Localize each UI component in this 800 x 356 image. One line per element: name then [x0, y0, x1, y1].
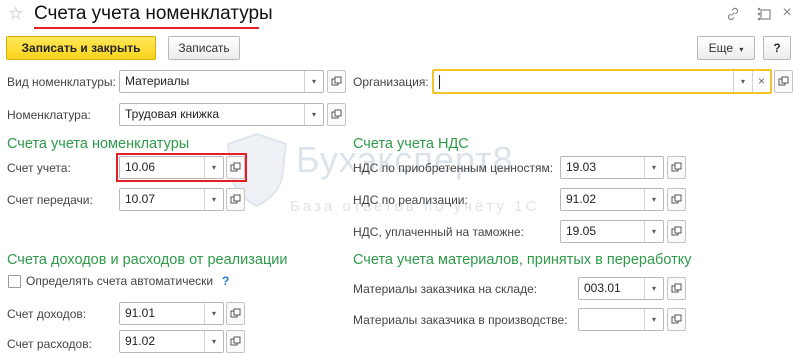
- save-and-close-button[interactable]: Записать и закрыть: [6, 36, 156, 60]
- account-field[interactable]: 10.06 ▾: [119, 156, 224, 179]
- nomenclature-label: Номенклатура:: [7, 108, 91, 122]
- dropdown-arrow-icon[interactable]: ▾: [644, 278, 663, 299]
- dropdown-arrow-icon[interactable]: ▾: [204, 157, 223, 178]
- vat-acquired-label: НДС по приобретенным ценностям:: [353, 161, 554, 175]
- dropdown-arrow-icon[interactable]: ▾: [304, 71, 323, 92]
- open-icon[interactable]: [774, 70, 793, 93]
- vat-acquired-value[interactable]: 19.03: [561, 157, 644, 178]
- clear-icon[interactable]: ×: [752, 71, 770, 92]
- dropdown-arrow-icon[interactable]: ▾: [204, 331, 223, 352]
- favorite-star-icon[interactable]: ☆: [8, 4, 23, 24]
- section-title-income-expense: Счета доходов и расходов от реализации: [7, 252, 288, 268]
- open-icon[interactable]: [667, 277, 686, 300]
- auto-accounts-label[interactable]: Определять счета автоматически: [26, 273, 213, 289]
- organization-label: Организация:: [353, 75, 429, 89]
- dropdown-arrow-icon[interactable]: ▾: [644, 221, 663, 242]
- section-title-vat-accounts: Счета учета НДС: [353, 136, 469, 152]
- close-icon[interactable]: ×: [778, 5, 796, 21]
- production-materials-label: Материалы заказчика в производстве:: [353, 313, 568, 327]
- open-icon[interactable]: [226, 330, 245, 353]
- organization-field[interactable]: ▾ ×: [432, 69, 772, 94]
- dropdown-arrow-icon[interactable]: ▾: [204, 303, 223, 324]
- open-icon[interactable]: [667, 156, 686, 179]
- transfer-account-value[interactable]: 10.07: [120, 189, 204, 210]
- account-value[interactable]: 10.06: [120, 157, 204, 178]
- vat-sales-label: НДС по реализации:: [353, 193, 468, 207]
- link-icon[interactable]: [724, 7, 742, 24]
- save-button[interactable]: Записать: [168, 36, 240, 60]
- more-label: Еще: [708, 41, 734, 55]
- warehouse-materials-label: Материалы заказчика на складе:: [353, 282, 538, 296]
- vat-customs-label: НДС, уплаченный на таможне:: [353, 225, 524, 239]
- income-account-label: Счет доходов:: [7, 307, 87, 321]
- warehouse-materials-field[interactable]: 003.01 ▾: [578, 277, 664, 300]
- nomenclature-type-value[interactable]: Материалы: [120, 71, 304, 92]
- nomenclature-field[interactable]: Трудовая книжка ▾: [119, 103, 324, 126]
- open-icon[interactable]: [226, 188, 245, 211]
- dropdown-arrow-icon[interactable]: ▾: [304, 104, 323, 125]
- income-account-field[interactable]: 91.01 ▾: [119, 302, 224, 325]
- vat-sales-value[interactable]: 91.02: [561, 189, 644, 210]
- more-button[interactable]: Еще ▾: [697, 36, 755, 60]
- production-materials-value[interactable]: [579, 309, 644, 330]
- vat-acquired-field[interactable]: 19.03 ▾: [560, 156, 664, 179]
- open-icon[interactable]: [226, 156, 245, 179]
- nomenclature-type-label: Вид номенклатуры:: [7, 75, 116, 89]
- organization-value[interactable]: [440, 71, 733, 92]
- vat-customs-field[interactable]: 19.05 ▾: [560, 220, 664, 243]
- expense-account-label: Счет расходов:: [7, 337, 92, 351]
- help-button[interactable]: ?: [763, 36, 791, 60]
- open-icon[interactable]: [327, 103, 346, 126]
- chevron-down-icon: ▾: [739, 45, 744, 54]
- title-underline: [34, 27, 259, 29]
- expense-account-field[interactable]: 91.02 ▾: [119, 330, 224, 353]
- transfer-account-field[interactable]: 10.07 ▾: [119, 188, 224, 211]
- dropdown-arrow-icon[interactable]: ▾: [644, 309, 663, 330]
- nomenclature-value[interactable]: Трудовая книжка: [120, 104, 304, 125]
- maximize-icon[interactable]: [756, 7, 774, 23]
- open-icon[interactable]: [327, 70, 346, 93]
- account-label: Счет учета:: [7, 161, 71, 175]
- income-account-value[interactable]: 91.01: [120, 303, 204, 324]
- section-title-nomenclature-accounts: Счета учета номенклатуры: [7, 136, 190, 152]
- vat-customs-value[interactable]: 19.05: [561, 221, 644, 242]
- open-icon[interactable]: [667, 308, 686, 331]
- open-icon[interactable]: [226, 302, 245, 325]
- warehouse-materials-value[interactable]: 003.01: [579, 278, 644, 299]
- open-icon[interactable]: [667, 188, 686, 211]
- open-icon[interactable]: [667, 220, 686, 243]
- dropdown-arrow-icon[interactable]: ▾: [644, 189, 663, 210]
- dropdown-arrow-icon[interactable]: ▾: [644, 157, 663, 178]
- production-materials-field[interactable]: ▾: [578, 308, 664, 331]
- expense-account-value[interactable]: 91.02: [120, 331, 204, 352]
- help-question-icon[interactable]: ?: [222, 273, 229, 289]
- dropdown-arrow-icon[interactable]: ▾: [204, 189, 223, 210]
- page-title: Счета учета номенклатуры: [34, 3, 273, 24]
- nomenclature-type-field[interactable]: Материалы ▾: [119, 70, 324, 93]
- auto-accounts-checkbox[interactable]: [8, 275, 21, 288]
- dropdown-arrow-icon[interactable]: ▾: [733, 71, 752, 92]
- transfer-account-label: Счет передачи:: [7, 193, 93, 207]
- vat-sales-field[interactable]: 91.02 ▾: [560, 188, 664, 211]
- section-title-processing-materials: Счета учета материалов, принятых в перер…: [353, 252, 692, 268]
